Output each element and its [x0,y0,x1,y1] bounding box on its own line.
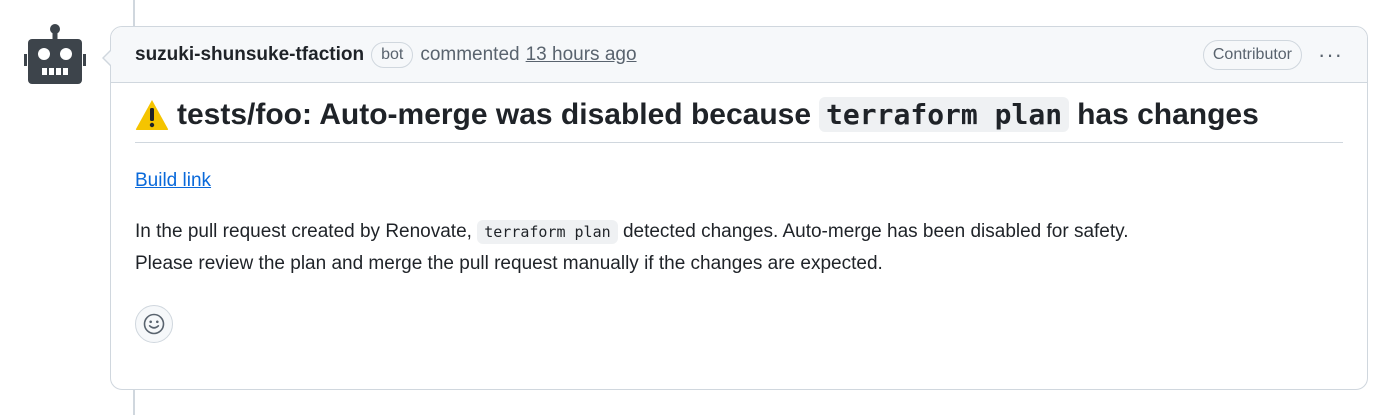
body-suffix: detected changes. Auto-merge has been di… [622,221,1129,242]
avatar[interactable] [24,24,86,86]
header-actions: Contributor ··· [1202,39,1343,70]
add-reaction-button[interactable] [135,305,173,343]
author-link[interactable]: suzuki-shunsuke-tfaction [135,44,364,66]
robot-icon [24,24,86,84]
body-code: terraform plan [477,220,618,244]
title-suffix: has changes [1077,97,1259,131]
title-prefix: tests/foo: Auto-merge was disabled becau… [177,97,812,131]
title-code: terraform plan [819,97,1070,132]
warning-icon [135,99,169,130]
bot-badge: bot [371,41,414,68]
role-badge: Contributor [1202,39,1303,70]
comment-title: tests/foo: Auto-merge was disabled becau… [135,83,1343,143]
body-prefix: In the pull request created by Renovate, [135,221,472,242]
comment-box: suzuki-shunsuke-tfaction bot commented 1… [102,26,1368,390]
smiley-icon [143,313,165,335]
body-line2: Please review the plan and merge the pul… [135,253,883,274]
build-link[interactable]: Build link [135,170,211,192]
timestamp-link[interactable]: 13 hours ago [526,44,637,66]
action-text: commented [420,43,520,65]
kebab-icon[interactable]: ··· [1318,43,1343,66]
comment-header: suzuki-shunsuke-tfaction bot commented 1… [111,27,1367,83]
comment-paragraph: In the pull request created by Renovate,… [135,216,1343,279]
comment-body: tests/foo: Auto-merge was disabled becau… [111,83,1367,343]
